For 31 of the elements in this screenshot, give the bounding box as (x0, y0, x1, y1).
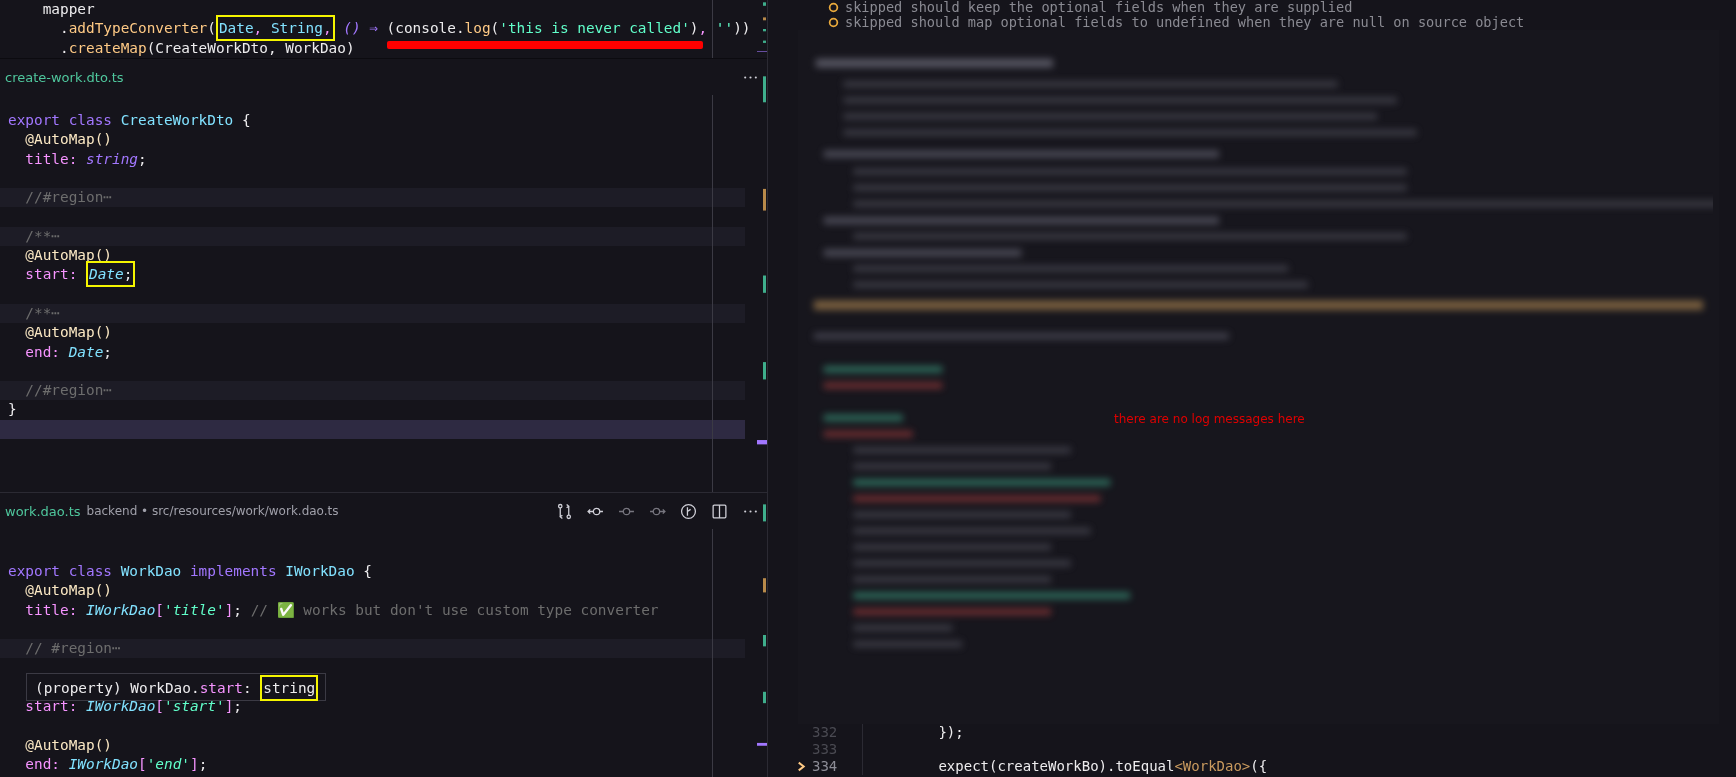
code-line: end: IWorkDao['end']; (24, 754, 208, 774)
file-path: backend • src/resources/work/work.dao.ts (86, 504, 339, 518)
code-line: }); (937, 724, 964, 741)
hover-tooltip: (property) WorkDao.start: string (26, 672, 326, 701)
code-line: @AutoMap() (24, 130, 112, 150)
compare-changes-icon[interactable] (556, 502, 573, 520)
code-line: @AutoMap() (24, 581, 112, 601)
code-line: expect(createWorkBo).toEqual<WorkDao>({ (937, 758, 1268, 775)
code-line: end: Date; (24, 342, 112, 362)
line-number: 334 (812, 758, 839, 775)
file-tab[interactable]: work.dao.ts (5, 503, 81, 519)
file-tab[interactable]: create-work.dto.ts (5, 69, 124, 85)
highlight-frame: string (260, 674, 319, 701)
code-line: title: string; (24, 149, 147, 169)
skipped-circle-icon (828, 17, 839, 28)
skipped-circle-icon (828, 2, 839, 13)
overlay-message: there are no log messages here (1114, 412, 1305, 426)
branch-circle-icon[interactable] (680, 502, 697, 520)
highlight-frame: Date; (86, 261, 136, 288)
code-line: mapper (41, 0, 95, 19)
test-result-text: skipped should map optional fields to undefined when they are null on source object (845, 15, 1525, 30)
code-line: } (8, 400, 17, 420)
code-line: export class WorkDao implements IWorkDao { (8, 562, 372, 581)
chevron-right-icon (797, 761, 806, 772)
test-result-text: skipped should keep the optional fields when they are supplied (845, 0, 1353, 15)
code-line: @AutoMap() (24, 735, 112, 755)
code-line: title: IWorkDao['title']; // ✅ works but don't use custom type converter (24, 600, 659, 620)
code-line: export class CreateWorkDto { (8, 111, 251, 130)
highlight-frame: Date, String, (215, 15, 335, 42)
code-line: @AutoMap() (24, 323, 112, 343)
split-editor-icon[interactable] (711, 502, 728, 520)
